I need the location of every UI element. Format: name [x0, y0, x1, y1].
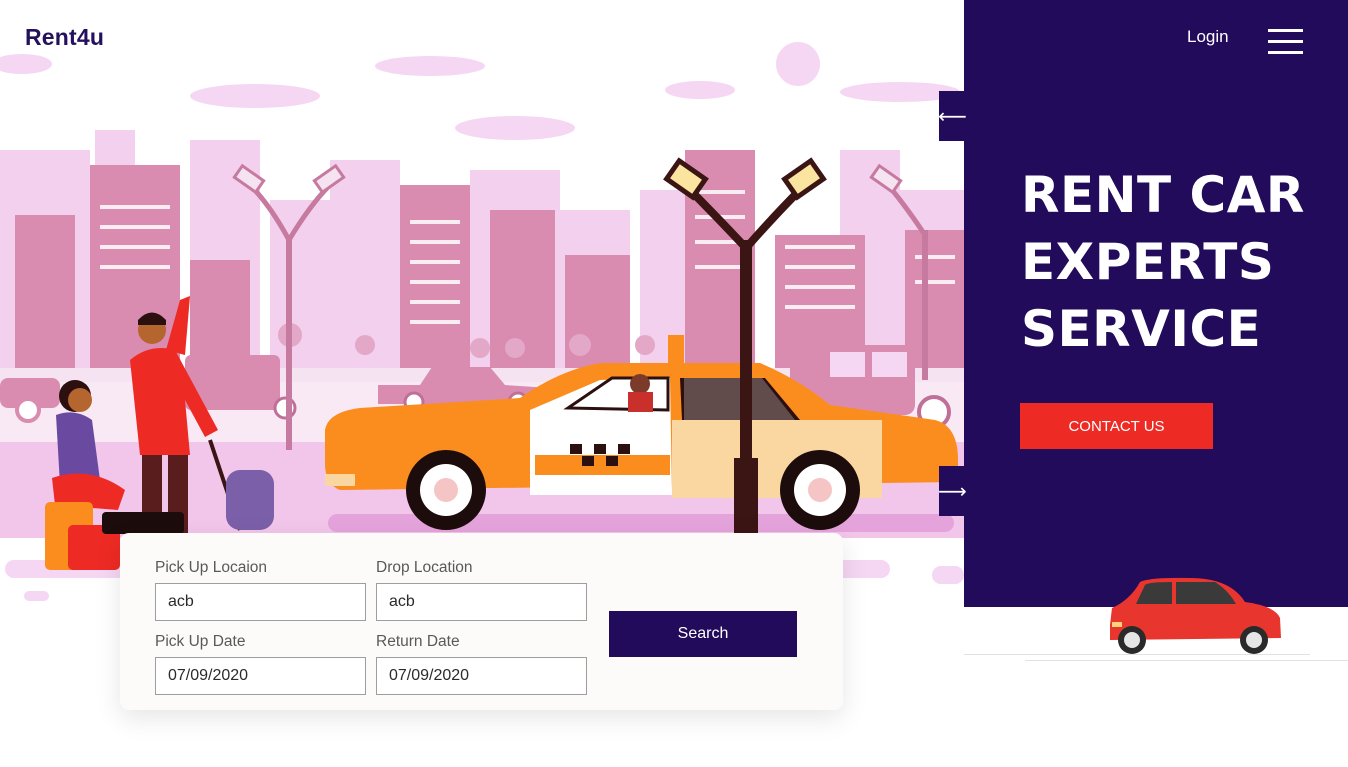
pickup-location-input[interactable] — [155, 583, 366, 621]
return-date-input[interactable] — [376, 657, 587, 695]
hero-title-line: EXPERTS — [1021, 233, 1275, 291]
pickup-date-label: Pick Up Date — [155, 633, 246, 650]
road-stripe-right — [932, 566, 964, 584]
drop-location-label: Drop Location — [376, 559, 473, 576]
drop-location-input[interactable] — [376, 583, 587, 621]
road-dash — [24, 591, 49, 601]
sun — [776, 42, 820, 86]
pickup-date-input[interactable] — [155, 657, 366, 695]
hero-title-line: SERVICE — [1021, 300, 1262, 358]
brand-logo[interactable]: Rent4u — [25, 24, 104, 51]
hero-title-line: RENT CAR — [1021, 166, 1305, 224]
search-button[interactable]: Search — [609, 611, 797, 657]
road-line — [964, 654, 1310, 655]
return-date-label: Return Date — [376, 633, 460, 650]
hero-title: RENT CAR EXPERTS SERVICE — [1021, 162, 1341, 363]
road-line — [1025, 660, 1348, 661]
red-car-illustration — [1110, 577, 1281, 654]
left-arrow-icon[interactable]: ⟵ — [938, 91, 967, 141]
right-arrow-icon[interactable]: ⟶ — [938, 466, 967, 516]
menu-line — [1268, 29, 1303, 32]
login-link[interactable]: Login — [1187, 27, 1229, 47]
pickup-location-label: Pick Up Locaion — [155, 559, 268, 576]
city-taxi-illustration — [0, 42, 964, 601]
menu-line — [1268, 40, 1303, 43]
hamburger-icon[interactable] — [1266, 27, 1304, 57]
contact-us-button[interactable]: CONTACT US — [1020, 403, 1213, 449]
menu-line — [1268, 51, 1303, 54]
hero-illustration — [0, 0, 964, 620]
